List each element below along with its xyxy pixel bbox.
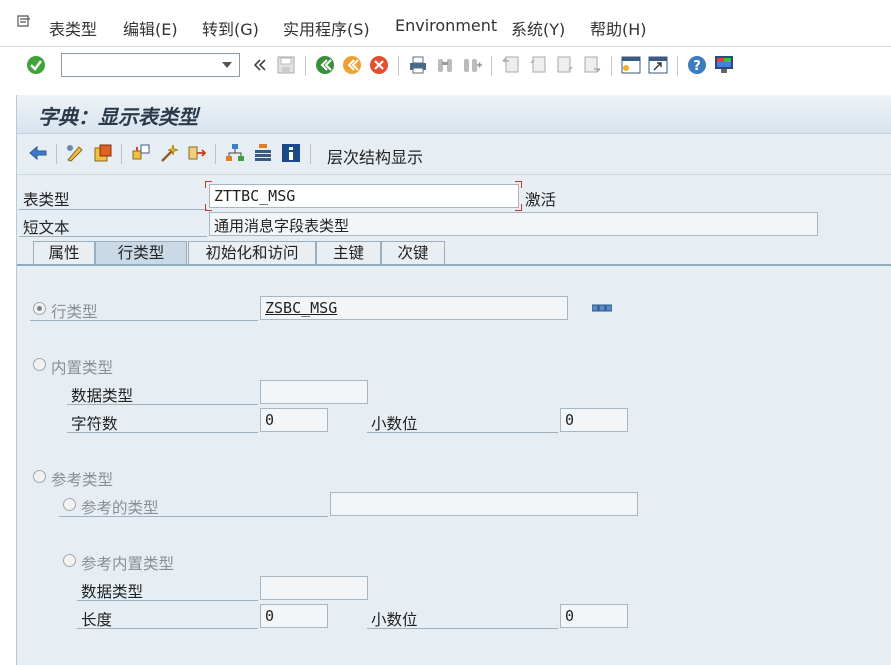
tab-line-type[interactable]: 行类型: [95, 241, 187, 265]
short-text-field[interactable]: 通用消息字段表类型: [209, 212, 818, 236]
ref-builtin-radio[interactable]: [63, 554, 76, 567]
ref-to-type-field[interactable]: [330, 492, 638, 516]
label-underline: [19, 209, 207, 210]
builtin-type-label: 内置类型: [51, 359, 114, 377]
active-inactive-icon[interactable]: [93, 143, 113, 163]
ref-decimals-label: 小数位: [371, 611, 418, 629]
object-list-icon[interactable]: [253, 143, 273, 163]
menu-table-type[interactable]: 表类型: [49, 16, 97, 40]
back-double-icon[interactable]: [250, 55, 270, 75]
ref-to-type-radio[interactable]: [63, 498, 76, 511]
menu-system[interactable]: 系统(Y): [511, 16, 565, 40]
data-type-field[interactable]: [260, 380, 368, 404]
chevron-down-icon[interactable]: [222, 62, 232, 68]
menu-icon[interactable]: [16, 14, 32, 28]
last-page-icon[interactable]: [582, 55, 602, 75]
toolbar-separator: [121, 144, 122, 164]
svg-text:?: ?: [693, 59, 701, 74]
ref-data-type-field[interactable]: [260, 576, 368, 600]
first-page-icon[interactable]: [501, 55, 521, 75]
find-next-icon[interactable]: [462, 55, 482, 75]
decimals-label: 小数位: [371, 415, 418, 433]
chars-field[interactable]: 0: [260, 408, 328, 432]
length-field[interactable]: 0: [260, 604, 328, 628]
shortcut-icon[interactable]: [648, 55, 668, 75]
toolbar-separator: [611, 56, 612, 76]
command-field[interactable]: [61, 53, 240, 77]
customize-icon[interactable]: [714, 55, 734, 75]
status-text: 激活: [525, 191, 557, 209]
focus-mark: [515, 181, 522, 188]
ref-builtin-label: 参考内置类型: [81, 555, 175, 573]
builtin-type-radio[interactable]: [33, 358, 46, 371]
back-icon[interactable]: [315, 55, 335, 75]
more-fields-icon[interactable]: [592, 304, 612, 312]
label-underline: [367, 432, 558, 433]
print-icon[interactable]: [408, 55, 428, 75]
page-title: 字典：显示表类型: [38, 105, 198, 129]
tab-primary-key[interactable]: 主键: [316, 241, 381, 265]
label-underline: [67, 404, 258, 405]
tab-strip-line: [17, 264, 891, 266]
row-type-field[interactable]: ZSBC_MSG: [260, 296, 568, 320]
where-used-icon[interactable]: [187, 143, 207, 163]
label-underline: [367, 628, 558, 629]
chars-label: 字符数: [71, 415, 118, 433]
focus-mark: [515, 204, 522, 211]
toolbar-separator: [677, 56, 678, 76]
label-underline: [30, 320, 258, 321]
menu-utilities[interactable]: 实用程序(S): [283, 16, 370, 40]
ref-type-radio[interactable]: [33, 470, 46, 483]
table-type-label: 表类型: [23, 191, 70, 209]
ref-to-type-label: 参考的类型: [81, 499, 159, 517]
exit-icon[interactable]: [342, 55, 362, 75]
hierarchy-display-button[interactable]: 层次结构显示: [327, 144, 423, 168]
back-arrow-icon[interactable]: [28, 143, 48, 163]
row-type-label: 行类型: [51, 303, 98, 321]
row-type-radio[interactable]: [33, 302, 46, 315]
find-icon[interactable]: [435, 55, 455, 75]
tab-attributes[interactable]: 属性: [33, 241, 95, 265]
menu-environment[interactable]: Environment: [395, 16, 497, 35]
data-type-label: 数据类型: [71, 387, 134, 405]
save-icon[interactable]: [276, 55, 296, 75]
other-object-icon[interactable]: [131, 143, 151, 163]
menu-goto[interactable]: 转到(G): [202, 16, 259, 40]
tab-init-access[interactable]: 初始化和访问: [188, 241, 316, 265]
toolbar-separator: [310, 144, 311, 164]
content-panel: [16, 95, 891, 665]
menu-edit[interactable]: 编辑(E): [123, 16, 178, 40]
label-underline: [77, 600, 258, 601]
enter-icon[interactable]: [26, 55, 46, 75]
label-underline: [67, 432, 258, 433]
tab-secondary-key[interactable]: 次键: [381, 241, 445, 265]
toolbar-separator: [305, 56, 306, 76]
short-text-label: 短文本: [23, 219, 70, 237]
ref-data-type-label: 数据类型: [81, 583, 144, 601]
ref-decimals-field[interactable]: 0: [560, 604, 628, 628]
focus-mark: [205, 181, 212, 188]
toolbar-separator: [56, 144, 57, 164]
length-label: 长度: [81, 611, 113, 629]
help-icon[interactable]: ?: [687, 55, 707, 75]
hierarchy-icon[interactable]: [225, 143, 245, 163]
display-change-icon[interactable]: [65, 143, 85, 163]
toolbar-separator: [491, 56, 492, 76]
prev-page-icon[interactable]: [528, 55, 548, 75]
cancel-icon[interactable]: [369, 55, 389, 75]
check-icon[interactable]: [159, 143, 179, 163]
toolbar-separator: [398, 56, 399, 76]
next-page-icon[interactable]: [555, 55, 575, 75]
label-underline: [77, 628, 258, 629]
menu-help[interactable]: 帮助(H): [590, 16, 647, 40]
focus-mark: [205, 204, 212, 211]
ref-type-label: 参考类型: [51, 471, 114, 489]
label-underline: [19, 236, 207, 237]
label-underline: [59, 516, 328, 517]
decimals-field[interactable]: 0: [560, 408, 628, 432]
new-session-icon[interactable]: [621, 55, 641, 75]
toolbar-separator: [215, 144, 216, 164]
table-type-field[interactable]: ZTTBC_MSG: [209, 184, 519, 208]
info-icon[interactable]: [281, 143, 301, 163]
